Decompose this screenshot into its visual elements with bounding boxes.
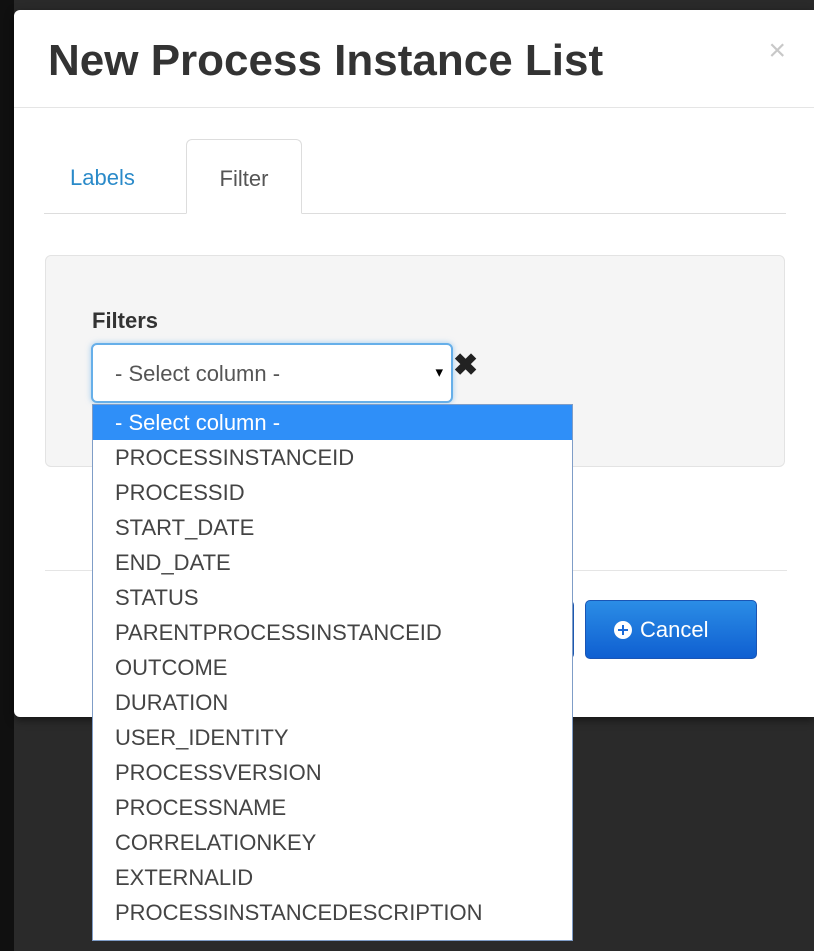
dropdown-option[interactable]: PROCESSID [93, 475, 572, 510]
dropdown-option[interactable]: OUTCOME [93, 650, 572, 685]
dropdown-option[interactable]: PROCESSINSTANCEDESCRIPTION [93, 895, 572, 930]
cancel-button[interactable]: Cancel [585, 600, 757, 659]
tab-bar: Labels Filter [44, 139, 786, 214]
modal-header: New Process Instance List × [14, 10, 814, 108]
modal-title: New Process Instance List [48, 36, 604, 85]
column-dropdown-list: - Select column - PROCESSINSTANCEID PROCES… [92, 404, 573, 941]
modal-backdrop [0, 0, 14, 951]
dropdown-option[interactable]: PROCESSINSTANCEID [93, 440, 572, 475]
column-select[interactable]: - Select column - ▾ [91, 343, 453, 403]
tab-filter[interactable]: Filter [186, 139, 302, 214]
dropdown-option[interactable]: STATUS [93, 580, 572, 615]
dropdown-option[interactable]: CORRELATIONKEY [93, 825, 572, 860]
close-icon[interactable]: × [768, 36, 786, 66]
cancel-button-label: Cancel [640, 617, 709, 642]
plus-circle-icon [614, 621, 632, 639]
dropdown-option[interactable]: PROCESSVERSION [93, 755, 572, 790]
column-select-value: - Select column - [115, 361, 281, 386]
dropdown-option[interactable]: - Select column - [93, 405, 572, 440]
chevron-down-icon: ▾ [435, 364, 443, 381]
tab-labels[interactable]: Labels [44, 139, 184, 212]
dropdown-option[interactable]: USER_IDENTITY [93, 720, 572, 755]
filters-label: Filters [92, 308, 159, 333]
dropdown-option[interactable]: PARENTPROCESSINSTANCEID [93, 615, 572, 650]
dropdown-option[interactable]: EXTERNALID [93, 860, 572, 895]
dropdown-option[interactable]: END_DATE [93, 545, 572, 580]
remove-filter-icon[interactable]: ✖ [453, 348, 478, 384]
dropdown-option[interactable]: DURATION [93, 685, 572, 720]
dropdown-option[interactable]: PROCESSNAME [93, 790, 572, 825]
dropdown-option[interactable]: START_DATE [93, 510, 572, 545]
